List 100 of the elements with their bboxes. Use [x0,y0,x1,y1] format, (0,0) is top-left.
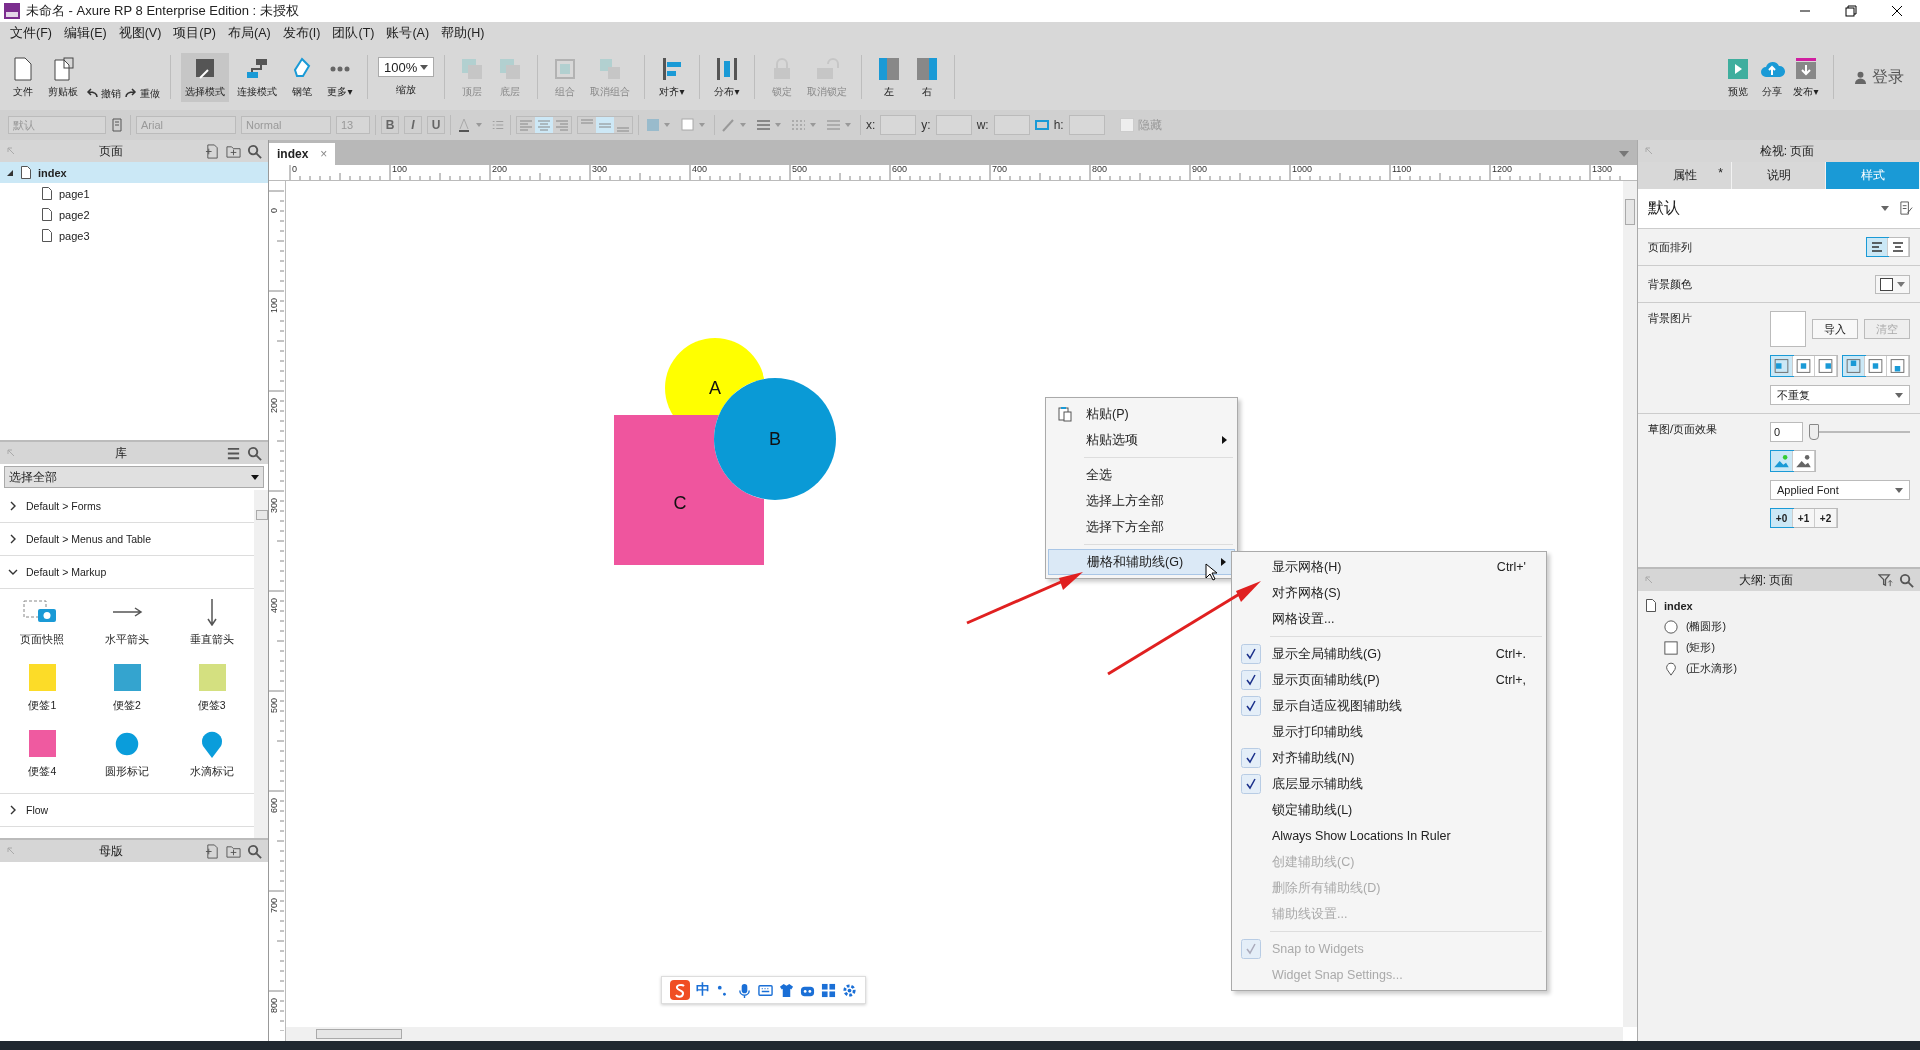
menu-item[interactable]: 布局(A) [222,24,277,42]
toolbar-button[interactable]: 更多▾ [323,52,357,102]
library-widget[interactable]: 水平箭头 [84,597,170,647]
slider-thumb[interactable] [1809,424,1819,440]
keyboard-icon[interactable] [758,982,773,998]
coordinate-field[interactable] [935,115,972,135]
menu-item[interactable]: 锁定辅助线(L) [1234,797,1544,823]
toolbar-button[interactable]: 剪贴板 [44,52,82,102]
style-edit-icon[interactable] [1899,201,1914,216]
library-dropdown[interactable]: 选择全部 [4,466,264,488]
search-icon[interactable] [247,843,262,859]
outline-item[interactable]: (椭圆形) [1638,616,1920,637]
menu-item[interactable]: 文件(F) [4,24,58,42]
add-master-icon[interactable] [205,843,220,859]
outline-item[interactable]: index [1638,595,1920,616]
menu-item[interactable]: 栅格和辅助线(G) [1048,549,1235,575]
menu-item[interactable]: 网格设置... [1234,606,1544,632]
library-widget[interactable]: 页面快照 [0,597,85,647]
dock-arrow-icon[interactable] [6,146,16,156]
menu-item[interactable]: 粘贴选项 [1048,427,1235,453]
text-style-button[interactable]: U [427,116,445,134]
menu-item[interactable]: 视图(V) [112,24,168,42]
line-width-button[interactable]: +2 [1815,509,1837,527]
toolbar-button[interactable]: 右 [910,52,944,102]
dock-arrow-icon[interactable] [1644,575,1654,585]
add-page-icon[interactable] [205,143,220,159]
page-tree-item[interactable]: page2 [0,204,268,225]
line-width-button[interactable]: +1 [1793,509,1815,527]
library-widget[interactable]: 便签1 [0,663,85,713]
text-style-button[interactable]: I [404,116,422,134]
line-width-button[interactable]: +0 [1771,509,1793,527]
menu-item[interactable]: 项目(P) [167,24,222,42]
menu-item[interactable]: 粘贴(P) [1048,401,1235,427]
toolbar-button[interactable]: 对齐▾ [655,52,689,102]
menu-item[interactable]: 发布(I) [276,24,327,42]
toolbar-button[interactable]: 预览 [1721,52,1755,102]
vertical-scrollbar[interactable] [1623,181,1637,1027]
menu-item[interactable]: 对齐辅助线(N) [1234,745,1544,771]
bullet-list-icon[interactable] [491,118,505,132]
settings-icon[interactable] [842,982,857,998]
image-position-icon[interactable] [1865,356,1887,376]
menu-item[interactable]: 底层显示辅助线 [1234,771,1544,797]
image-mode-icon[interactable] [1793,451,1815,471]
toolbar-button[interactable]: 撤销 [86,85,121,102]
shirt-icon[interactable] [779,982,794,998]
filter-icon[interactable] [1878,572,1893,588]
image-position-icon[interactable] [1815,356,1837,376]
dock-arrow-icon[interactable] [6,448,16,458]
menu-icon[interactable] [226,445,241,461]
menu-item[interactable]: 全选 [1048,462,1235,488]
image-position-icon[interactable] [1793,356,1815,376]
sketch-value-field[interactable]: 0 [1770,422,1803,442]
color-picker[interactable] [1875,274,1910,294]
microphone-icon[interactable] [737,982,752,998]
text-style-button[interactable]: B [381,116,399,134]
page-tab[interactable]: index × [269,143,336,165]
repeat-dropdown[interactable]: 不重复 [1770,385,1910,405]
scrollbar[interactable] [254,490,268,838]
search-icon[interactable] [247,143,262,159]
horizontal-scrollbar[interactable] [286,1027,1623,1041]
library-widget[interactable]: 便签3 [169,663,254,713]
menu-item[interactable]: 团队(T) [326,24,381,42]
library-widget[interactable]: 便签2 [84,663,170,713]
tab-close-button[interactable]: × [320,147,328,161]
image-position-icon[interactable] [1843,356,1865,376]
page-tree-item[interactable]: page3 [0,225,268,246]
library-widget[interactable]: 垂直箭头 [169,597,254,647]
zoom-dropdown[interactable]: 100% [378,57,434,77]
add-folder-icon[interactable] [226,143,241,159]
outline-item[interactable]: (矩形) [1638,637,1920,658]
dock-arrow-icon[interactable] [1644,146,1654,156]
menu-item[interactable]: 显示全局辅助线(G) Ctrl+. [1234,641,1544,667]
library-widget[interactable]: 水滴标记 [169,729,254,779]
page-tree-item[interactable]: index [0,162,268,183]
toolbar-button[interactable]: 分享 [1755,52,1789,102]
coordinate-field[interactable] [993,115,1030,135]
page-tree-item[interactable]: page1 [0,183,268,204]
toolbar-button[interactable]: 发布▾ [1789,52,1823,102]
page-align-icon[interactable] [1867,238,1888,256]
caret-icon[interactable] [1881,206,1889,211]
menu-item[interactable]: 显示网格(H) Ctrl+' [1234,554,1544,580]
aspect-lock-icon[interactable] [1034,119,1049,131]
menu-item[interactable]: 显示页面辅助线(P) Ctrl+, [1234,667,1544,693]
menu-item[interactable]: 对齐网格(S) [1234,580,1544,606]
image-position-icon[interactable] [1771,356,1793,376]
menu-item[interactable]: 选择下方全部 [1048,514,1235,540]
menu-item[interactable]: 选择上方全部 [1048,488,1235,514]
toolbar-button[interactable]: 分布▾ [710,52,744,102]
library-widget[interactable]: 圆形标记 [84,729,170,779]
search-icon[interactable] [247,445,262,461]
dock-arrow-icon[interactable] [6,846,16,856]
import-button[interactable]: 导入 [1812,319,1858,339]
menu-item[interactable]: 显示打印辅助线 [1234,719,1544,745]
menu-item[interactable]: 账号(A) [380,24,436,42]
toolbar-button[interactable]: 重做 [125,85,160,102]
inspector-tab[interactable]: 说明 [1732,162,1826,189]
search-icon[interactable] [1899,572,1914,588]
image-position-icon[interactable] [1887,356,1909,376]
toolbar-button[interactable]: 连接模式 [233,52,281,102]
toolbar-button[interactable]: 左 [872,52,906,102]
